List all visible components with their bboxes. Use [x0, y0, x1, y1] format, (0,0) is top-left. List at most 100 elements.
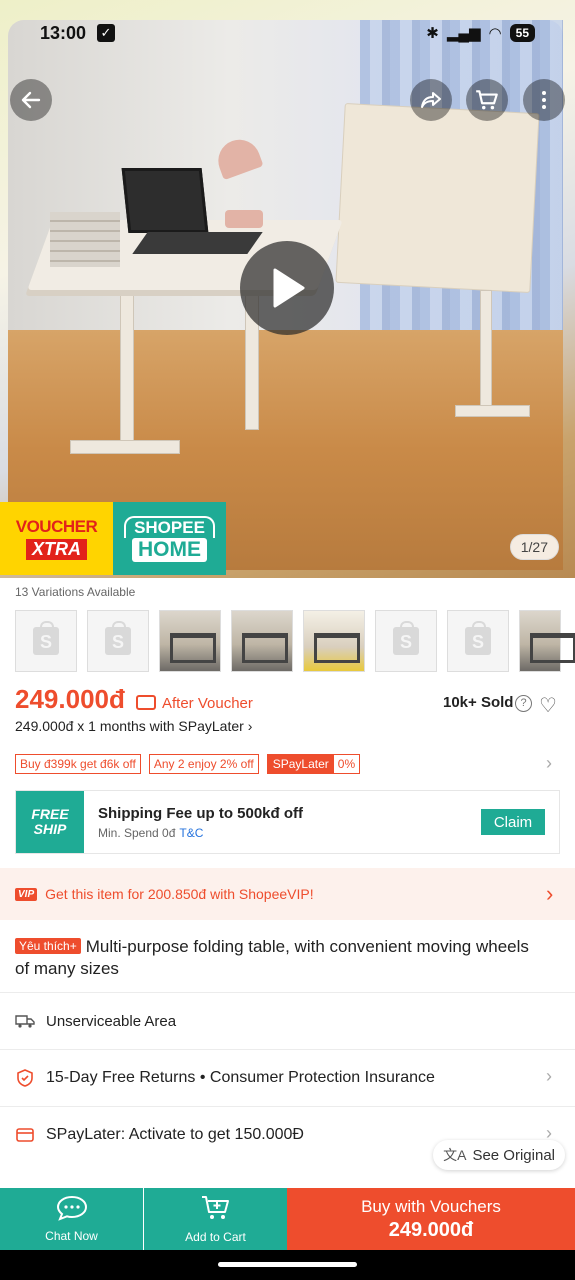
see-original-label: See Original	[472, 1146, 555, 1164]
image-table-leg	[480, 290, 492, 410]
voucher-badge-line1: VOUCHER	[15, 517, 98, 536]
chat-now-button[interactable]: Chat Now	[0, 1188, 143, 1250]
variation-thumb[interactable]	[303, 610, 365, 672]
image-folded-table	[335, 103, 540, 293]
variation-thumb[interactable]: S	[15, 610, 77, 672]
status-time: 13:00	[40, 22, 87, 43]
cart-button[interactable]	[466, 79, 508, 121]
free-ship-badge: FREE SHIP	[16, 791, 84, 853]
returns-row[interactable]: 15-Day Free Returns • Consumer Protectio…	[0, 1050, 575, 1106]
shopee-bag-icon: S	[393, 621, 419, 655]
shopee-bag-icon: S	[105, 621, 131, 655]
battery-indicator: 55	[509, 24, 535, 42]
arrow-left-icon	[21, 91, 41, 109]
chat-icon	[56, 1195, 88, 1225]
image-desk-leg	[120, 280, 134, 450]
variation-thumb[interactable]	[159, 610, 221, 672]
play-icon	[273, 268, 305, 308]
image-laptop-keyboard	[132, 232, 263, 254]
product-title: Yêu thích+ Multi-purpose folding table, w…	[15, 935, 535, 980]
promo-chips[interactable]: Buy đ399k get đ6k off Any 2 enjoy 2% off…	[15, 754, 361, 774]
status-icons: ✱ ▂▄▆ ◠ 55	[426, 24, 535, 42]
image-table-foot	[455, 405, 530, 417]
image-lamp-base	[225, 210, 263, 228]
image-books	[50, 212, 120, 267]
buy-with-vouchers-button[interactable]: Buy with Vouchers 249.000đ	[287, 1188, 575, 1250]
translate-icon: 文A	[443, 1147, 467, 1163]
notification-check-icon: ✓	[97, 24, 115, 42]
variation-thumbnails: S S S S	[15, 610, 575, 672]
play-video-button[interactable]	[240, 241, 334, 335]
shipping-text: Shipping Fee up to 500kđ off Min. Spend …	[98, 805, 303, 840]
vip-badge: VIP	[15, 887, 38, 901]
cart-icon	[476, 90, 498, 110]
shipping-area-row[interactable]: Unserviceable Area	[0, 993, 575, 1049]
share-icon	[421, 92, 441, 108]
back-button[interactable]	[10, 79, 52, 121]
help-icon[interactable]: ?	[515, 695, 532, 712]
see-original-button[interactable]: 文A See Original	[433, 1140, 565, 1170]
add-to-cart-button[interactable]: Add to Cart	[144, 1188, 287, 1250]
signal-icon: ▂▄▆	[446, 25, 481, 42]
shield-icon	[15, 1069, 35, 1087]
shopee-bag-icon: S	[33, 621, 59, 655]
paylater-installment-link[interactable]: 249.000đ x 1 months with SPayLater ›	[15, 718, 252, 734]
shipping-subtitle: Min. Spend 0đ T&C	[98, 826, 303, 840]
sold-count: 10k+ Sold	[443, 694, 514, 711]
product-title-text: Multi-purpose folding table, with conven…	[15, 937, 529, 978]
promo-chip[interactable]: Any 2 enjoy 2% off	[148, 754, 259, 774]
unserviceable-label: Unserviceable Area	[46, 1012, 177, 1030]
shipping-voucher-card[interactable]: FREE SHIP Shipping Fee up to 500kđ off M…	[15, 790, 560, 854]
vip-text: Get this item for 200.850đ with ShopeeVI…	[45, 886, 314, 902]
free-ship-line2: SHIP	[33, 821, 67, 837]
image-counter: 1/27	[509, 534, 559, 560]
terms-link[interactable]: T&C	[179, 826, 203, 840]
add-to-cart-label: Add to Cart	[185, 1230, 246, 1244]
add-cart-icon	[200, 1194, 232, 1226]
status-bar: 13:00 ✓ ✱ ▂▄▆ ◠ 55	[0, 16, 575, 50]
variation-thumb[interactable]: S	[87, 610, 149, 672]
variation-thumb[interactable]	[519, 610, 575, 672]
voucher-tag-icon	[136, 695, 156, 710]
after-voucher-label[interactable]: After Voucher	[162, 695, 253, 712]
more-options-button[interactable]	[523, 79, 565, 121]
shopee-bag-icon: S	[465, 621, 491, 655]
voucher-badge-line2: XTRA	[26, 539, 87, 560]
variation-thumb[interactable]	[231, 610, 293, 672]
shopee-vip-row[interactable]: VIP Get this item for 200.850đ with Shop…	[0, 868, 575, 920]
heart-icon[interactable]: ♡	[539, 693, 557, 718]
truck-icon	[15, 1013, 35, 1029]
variation-thumb[interactable]: S	[447, 610, 509, 672]
chevron-right-icon[interactable]: ›	[546, 1066, 552, 1087]
returns-label: 15-Day Free Returns • Consumer Protectio…	[46, 1069, 435, 1086]
buy-label: Buy with Vouchers	[361, 1196, 501, 1216]
chat-now-label: Chat Now	[45, 1229, 98, 1243]
min-spend-text: Min. Spend 0đ	[98, 825, 176, 840]
variations-label: 13 Variations Available	[15, 585, 136, 599]
chevron-right-icon[interactable]: ›	[546, 881, 553, 907]
wifi-icon: ◠	[488, 25, 502, 42]
shipping-title: Shipping Fee up to 500kđ off	[98, 804, 304, 822]
home-indicator[interactable]	[218, 1262, 357, 1267]
spaylater-chip-value: 0%	[337, 757, 356, 771]
chevron-right-icon[interactable]: ›	[546, 753, 552, 774]
spaylater-chip[interactable]: SPayLater 0%	[266, 754, 361, 774]
wallet-icon	[15, 1127, 35, 1143]
share-button[interactable]	[410, 79, 452, 121]
image-desk-foot	[70, 440, 180, 454]
variation-thumb[interactable]: S	[375, 610, 437, 672]
price: 249.000đ	[15, 684, 125, 714]
buy-price: 249.000đ	[388, 1218, 474, 1241]
spaylater-chip-label: SPayLater	[267, 755, 334, 773]
free-ship-line1: FREE	[31, 806, 69, 822]
favorite-plus-tag: Yêu thích+	[15, 938, 81, 954]
shopee-home-badge: SHOPEE HOME	[113, 502, 226, 575]
more-vertical-icon	[542, 91, 546, 109]
claim-button[interactable]: Claim	[481, 809, 545, 835]
shopee-badge-line1: SHOPEE	[124, 515, 215, 538]
voucher-xtra-badge: VOUCHER XTRA	[0, 502, 113, 575]
bottom-action-bar: Chat Now Add to Cart Buy with Vouchers 2…	[0, 1188, 575, 1250]
promo-chip[interactable]: Buy đ399k get đ6k off	[15, 754, 141, 774]
spaylater-label: SPayLater: Activate to get 150.000Đ	[46, 1126, 304, 1143]
shopee-badge-line2: HOME	[132, 537, 207, 562]
